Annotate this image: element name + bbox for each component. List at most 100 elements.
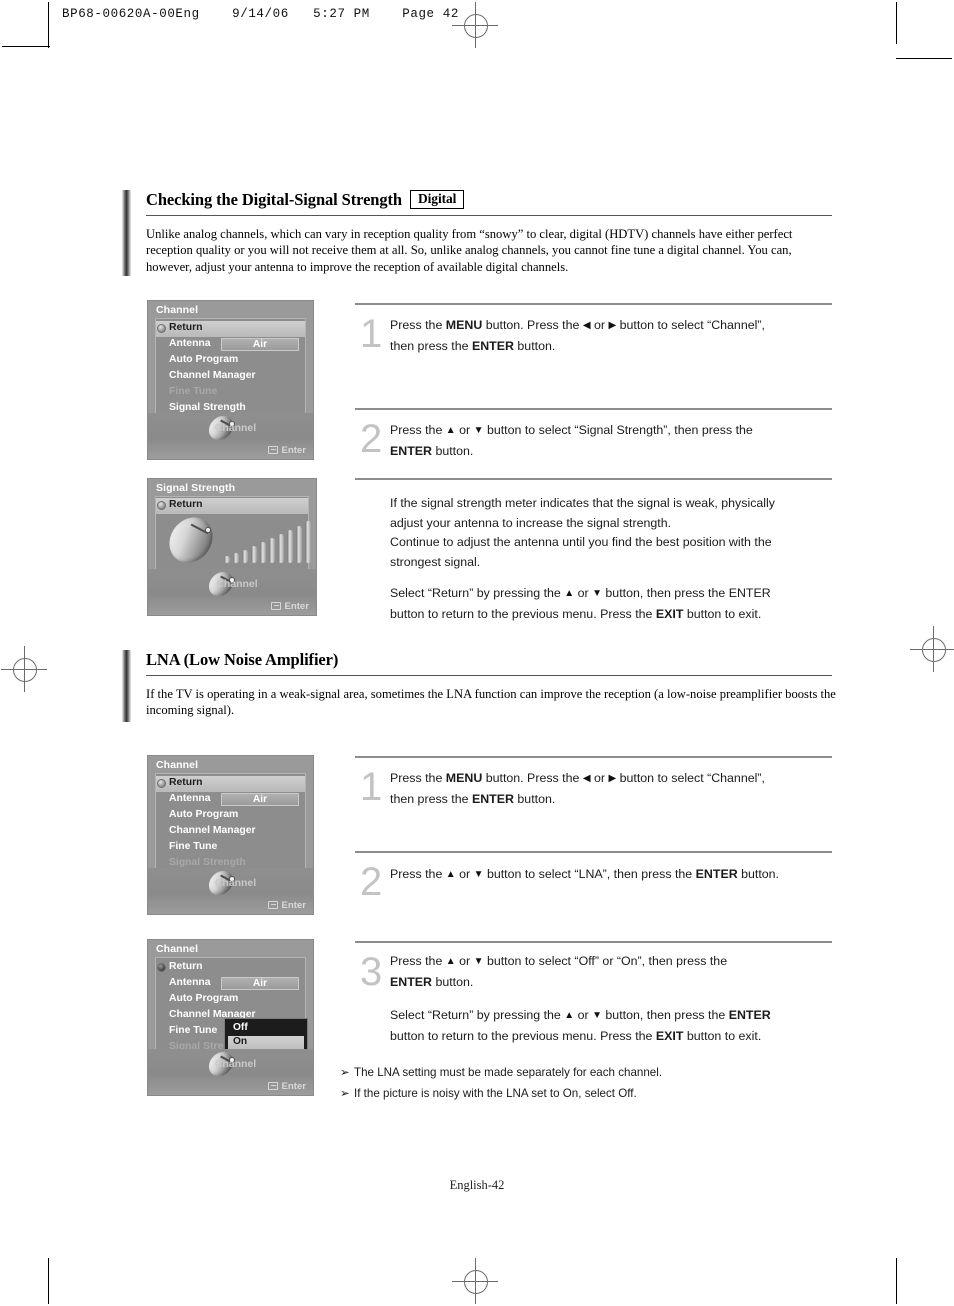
dish-horn <box>204 526 211 533</box>
osd-enter-label: Enter <box>284 601 309 612</box>
osd-row-auto-program[interactable]: Auto Program <box>156 992 305 1008</box>
osd-row-antenna[interactable]: Antenna Air <box>156 976 305 992</box>
osd-row-antenna[interactable]: Antenna Air <box>156 337 305 353</box>
section-rule <box>146 215 832 217</box>
osd-row-channel-manager[interactable]: Channel Manager <box>156 824 305 840</box>
step1-frag-a: Press the <box>390 318 446 332</box>
osd-row-return[interactable]: Return <box>156 960 305 976</box>
osd-row-return[interactable]: Return <box>156 321 305 337</box>
dropdown-option-label: Off <box>233 1022 248 1033</box>
osd-row-label: Antenna <box>169 338 211 349</box>
osd-footer: Channel Enter <box>148 567 316 615</box>
regmark-circle <box>13 658 37 682</box>
step-divider <box>355 303 832 305</box>
right-arrow-icon: ▶ <box>608 773 617 784</box>
step-divider <box>355 478 832 480</box>
osd-row-label: Return <box>169 777 203 788</box>
step2-frag-c: button to select “Signal Strength”, then… <box>483 423 753 437</box>
lna-ret-frag-d: button to return to the previous menu. P… <box>390 1028 656 1043</box>
osd-row-value[interactable]: Air <box>221 338 299 351</box>
return-icon <box>157 779 166 788</box>
ret-frag-c: button, then press the ENTER <box>601 586 771 600</box>
lna-step-1-text: Press the MENU button. Press the ◀ or ▶ … <box>390 769 830 809</box>
enter-button-kw: ENTER <box>390 443 432 458</box>
section-title: LNA (Low Noise Amplifier) <box>146 650 338 670</box>
osd-row-auto-program[interactable]: Auto Program <box>156 808 305 824</box>
return-icon <box>157 963 166 972</box>
lna-step2-frag-d: button. <box>737 867 779 881</box>
osd-row-label: Channel Manager <box>169 825 256 836</box>
osd-enter-hint: Enter <box>268 900 306 911</box>
osd-row-auto-program[interactable]: Auto Program <box>156 353 305 369</box>
osd-enter-label: Enter <box>281 900 306 911</box>
meter-paragraph-2: Continue to adjust the antenna until you… <box>390 535 772 569</box>
signal-bar <box>224 556 230 563</box>
ret-frag-e: button to exit. <box>683 606 762 621</box>
osd-enter-label: Enter <box>281 1081 306 1092</box>
osd-footer-label: Channel <box>216 578 258 590</box>
signal-bar <box>269 538 275 563</box>
osd-row-label: Channel Manager <box>169 370 256 381</box>
osd-row-return[interactable]: Return <box>156 776 305 792</box>
section-title: Checking the Digital-Signal Strength Digi… <box>146 190 465 211</box>
step-number-3-lna: 3 <box>360 950 383 994</box>
step-2-text: Press the ▲ or ▼ button to select “Signa… <box>390 421 830 461</box>
exit-button-kw: EXIT <box>655 606 684 621</box>
osd-row-value[interactable]: Air <box>221 793 299 806</box>
osd-row-channel-manager[interactable]: Channel Manager <box>156 369 305 385</box>
menu-button-kw: MENU <box>445 771 483 785</box>
signal-meter-paragraphs: If the signal strength meter indicates t… <box>390 494 800 572</box>
lna-step1-frag-d: button to select “Channel”, <box>616 771 765 785</box>
lna-step-3-text: Press the ▲ or ▼ button to select “Off” … <box>390 952 830 992</box>
dropdown-option-off[interactable]: Off <box>225 1022 307 1036</box>
enter-key-icon <box>268 1082 279 1090</box>
enter-key-icon <box>271 602 282 610</box>
lna-ret-frag-c: button, then press the <box>601 1008 729 1022</box>
lna-ret-frag-e: button to exit. <box>683 1028 762 1043</box>
left-arrow-icon: ◀ <box>582 773 591 784</box>
note-bullet-icon: ➢ <box>340 1087 350 1100</box>
up-arrow-icon: ▲ <box>445 425 456 436</box>
step2-frag-b: or <box>455 423 474 437</box>
ret-frag-b: or <box>574 586 593 600</box>
osd-row-value[interactable]: Air <box>221 977 299 990</box>
osd-row-label: Return <box>169 961 203 972</box>
osd-title: Signal Strength <box>156 482 236 494</box>
step1-frag-c: or <box>590 318 609 332</box>
lna-step1-frag-a: Press the <box>390 771 446 785</box>
osd-enter-label: Enter <box>281 445 306 456</box>
osd-signal-strength-panel: Signal Strength Return Channel Enter <box>147 478 317 616</box>
dropdown-option-on[interactable]: On <box>228 1036 304 1050</box>
section-lna: LNA (Low Noise Amplifier) If the TV is o… <box>122 650 836 722</box>
osd-row-label: Fine Tune <box>169 841 218 852</box>
osd-row-return[interactable]: Return <box>156 498 308 514</box>
satellite-dish-icon <box>163 509 219 571</box>
running-head: BP68-00620A-00Eng 9/14/06 5:27 PM Page 4… <box>62 7 459 21</box>
osd-channel-menu-3: Channel Return Antenna Air Auto Program … <box>147 939 314 1096</box>
ret-frag-a: Select “Return” by pressing the <box>390 586 565 600</box>
step2-frag-d: button. <box>432 443 474 458</box>
step1-frag-b: button. Press the <box>482 318 583 332</box>
section-body: Unlike analog channels, which can vary i… <box>146 227 793 274</box>
dropdown-option-label: On <box>233 1036 248 1047</box>
enter-button-kw: ENTER <box>471 791 514 806</box>
osd-row-fine-tune[interactable]: Fine Tune <box>156 840 305 856</box>
osd-row-label: Auto Program <box>169 809 239 820</box>
lna-ret-frag-a: Select “Return” by pressing the <box>390 1008 565 1022</box>
meter-paragraph-1: If the signal strength meter indicates t… <box>390 496 775 530</box>
enter-button-kw: ENTER <box>390 974 432 989</box>
signal-bar <box>260 542 266 563</box>
osd-row-label: Signal Strength <box>169 857 246 868</box>
section-accent-bar <box>122 650 131 722</box>
regmark-circle <box>922 638 946 662</box>
step-number-1-lna: 1 <box>360 765 383 809</box>
enter-button-kw: ENTER <box>471 338 514 353</box>
signal-bar <box>278 534 284 563</box>
up-arrow-icon: ▲ <box>445 956 456 967</box>
enter-key-icon <box>268 446 279 454</box>
osd-row-antenna[interactable]: Antenna Air <box>156 792 305 808</box>
trim-line-rule-left <box>2 46 50 48</box>
osd-enter-hint: Enter <box>268 445 306 456</box>
note-text: If the picture is noisy with the LNA set… <box>354 1087 637 1100</box>
lna-step1-frag-b: button. Press the <box>482 771 583 785</box>
